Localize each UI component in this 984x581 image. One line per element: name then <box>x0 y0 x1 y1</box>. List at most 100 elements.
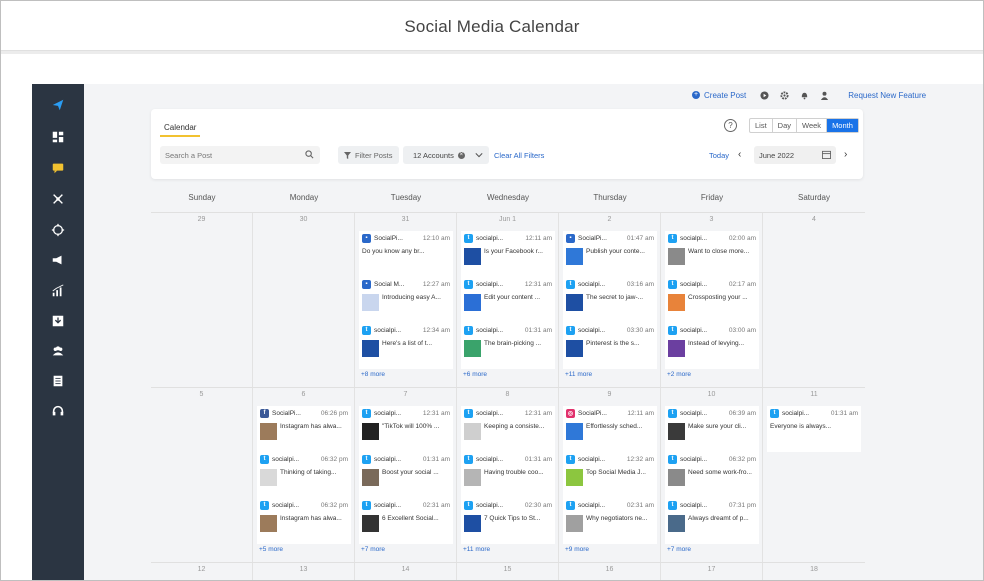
post-card[interactable]: t socialpi... 06:39 am Make sure your cli..… <box>665 406 759 452</box>
month-picker[interactable]: June 2022 <box>754 146 836 164</box>
day-cell[interactable]: 13 <box>253 563 355 580</box>
prev-month-button[interactable]: ‹ <box>738 149 741 160</box>
post-card[interactable]: f SocialPi... 06:26 pm Instagram has alwa..… <box>257 406 351 452</box>
more-posts-link[interactable]: +7 more <box>361 546 385 553</box>
post-card[interactable]: t socialpi... 12:11 am Is your Facebook r..… <box>461 231 555 277</box>
post-card[interactable]: t socialpi... 03:30 am Pinterest is the s..… <box>563 323 657 369</box>
help-icon[interactable]: ? <box>724 119 737 132</box>
gear-icon[interactable] <box>778 89 790 101</box>
day-cell[interactable]: 9 ◎ SocialPi... 12:11 am Effortlessly sched.… <box>559 388 661 562</box>
day-cell[interactable]: 2 ▪ SocialPi... 01:47 am Publish your conte.… <box>559 213 661 387</box>
sidebar-item-analytics[interactable] <box>32 278 84 304</box>
day-cell[interactable]: 14 <box>355 563 457 580</box>
day-cell[interactable]: 31 ▪ SocialPi... 12:10 am Do you know any br… <box>355 213 457 387</box>
post-card[interactable]: t socialpi... 01:31 am Having trouble coo..… <box>461 452 555 498</box>
more-posts-link[interactable]: +5 more <box>259 546 283 553</box>
sidebar-item-discovery[interactable] <box>32 217 84 243</box>
post-account: socialpi... <box>476 326 504 334</box>
sidebar-item-support[interactable] <box>32 398 84 424</box>
more-posts-link[interactable]: +9 more <box>565 546 589 553</box>
post-card[interactable]: ▪ SocialPi... 12:10 am Do you know any br..… <box>359 231 453 277</box>
day-cell[interactable]: 8 t socialpi... 12:31 am Keeping a consiste.… <box>457 388 559 562</box>
post-card[interactable]: t socialpi... 12:34 am Here's a list of t..… <box>359 323 453 369</box>
more-posts-link[interactable]: +7 more <box>667 546 691 553</box>
day-number: 31 <box>401 216 410 223</box>
sidebar-item-reports[interactable] <box>32 368 84 394</box>
post-card[interactable]: t socialpi... 02:31 am Why negotiators ne..… <box>563 498 657 544</box>
post-card[interactable]: t socialpi... 02:30 am 7 Quick Tips to St..… <box>461 498 555 544</box>
post-account: socialpi... <box>476 455 504 463</box>
day-cell[interactable]: 10 t socialpi... 06:39 am Make sure your cli… <box>661 388 763 562</box>
post-card[interactable]: t socialpi... 06:32 pm Need some work-fro..… <box>665 452 759 498</box>
day-cell[interactable]: 18 <box>763 563 865 580</box>
sidebar-item-dashboard[interactable] <box>32 124 84 150</box>
post-card[interactable]: t socialpi... 02:00 am Want to close more..… <box>665 231 759 277</box>
accounts-dropdown[interactable]: 12 Accounts × <box>403 146 489 164</box>
day-cell[interactable]: 15 <box>457 563 559 580</box>
day-cell[interactable]: 5 <box>151 388 253 562</box>
more-posts-link[interactable]: +11 more <box>565 371 592 378</box>
post-card[interactable]: t socialpi... 03:00 am Instead of levying..… <box>665 323 759 369</box>
day-cell[interactable]: 11 t socialpi... 01:31 am Everyone is always… <box>763 388 865 562</box>
view-month-button[interactable]: Month <box>827 119 858 132</box>
post-body: Here's a list of t... <box>362 340 450 357</box>
bell-icon[interactable] <box>798 89 810 101</box>
post-card[interactable]: t socialpi... 01:31 am Boost your social ..… <box>359 452 453 498</box>
filter-posts-button[interactable]: Filter Posts <box>338 146 399 164</box>
day-cell[interactable]: 29 <box>151 213 253 387</box>
post-card[interactable]: ▪ Social M... 12:27 am Introducing easy A..… <box>359 277 453 323</box>
post-card[interactable]: t socialpi... 02:17 am Crossposting your ..… <box>665 277 759 323</box>
post-thumbnail <box>566 340 583 357</box>
today-button[interactable]: Today <box>709 151 729 160</box>
view-day-button[interactable]: Day <box>773 119 798 132</box>
post-card[interactable]: t socialpi... 01:31 am The brain-picking ..… <box>461 323 555 369</box>
post-card[interactable]: ◎ SocialPi... 12:11 am Effortlessly sched..… <box>563 406 657 452</box>
play-icon[interactable] <box>758 89 770 101</box>
post-card[interactable]: t socialpi... 02:31 am 6 Excellent Social..… <box>359 498 453 544</box>
post-card[interactable]: ▪ SocialPi... 01:47 am Publish your conte..… <box>563 231 657 277</box>
more-posts-link[interactable]: +6 more <box>463 371 487 378</box>
view-list-button[interactable]: List <box>750 119 773 132</box>
day-cell[interactable]: 30 <box>253 213 355 387</box>
more-posts-link[interactable]: +8 more <box>361 371 385 378</box>
user-icon[interactable] <box>818 89 830 101</box>
day-cell[interactable]: 3 t socialpi... 02:00 am Want to close more.… <box>661 213 763 387</box>
clear-accounts-icon[interactable]: × <box>457 151 465 159</box>
post-card[interactable]: t socialpi... 12:31 am Keeping a consiste..… <box>461 406 555 452</box>
sidebar-item-campaigns[interactable] <box>32 247 84 273</box>
sidebar-item-team[interactable] <box>32 338 84 364</box>
view-week-button[interactable]: Week <box>797 119 828 132</box>
sidebar-item-library[interactable] <box>32 308 84 334</box>
more-posts-link[interactable]: +2 more <box>667 371 691 378</box>
post-card[interactable]: t socialpi... 07:31 pm Always dreamt of p..… <box>665 498 759 544</box>
request-feature-link[interactable]: Request New Feature <box>848 91 926 100</box>
tab-calendar[interactable]: Calendar <box>164 123 196 132</box>
post-text: Want to close more... <box>688 248 750 255</box>
post-card[interactable]: t socialpi... 12:32 am Top Social Media J..… <box>563 452 657 498</box>
sidebar-item-inbox[interactable] <box>32 155 84 181</box>
day-cell[interactable]: 16 <box>559 563 661 580</box>
more-posts-link[interactable]: +11 more <box>463 546 490 553</box>
sidebar-item-automation[interactable] <box>32 186 84 212</box>
post-card[interactable]: t socialpi... 12:31 am Edit your content ..… <box>461 277 555 323</box>
day-cell[interactable]: 17 <box>661 563 763 580</box>
create-post-button[interactable]: + Create Post <box>692 91 746 100</box>
day-cell[interactable]: 12 <box>151 563 253 580</box>
post-card[interactable]: t socialpi... 06:32 pm Thinking of taking..… <box>257 452 351 498</box>
clear-all-filters-link[interactable]: Clear All Filters <box>494 151 544 160</box>
post-card[interactable]: t socialpi... 01:31 am Everyone is always..… <box>767 406 861 452</box>
filter-posts-label: Filter Posts <box>355 150 393 160</box>
sidebar-item-publish[interactable] <box>32 92 84 118</box>
post-body: Pinterest is the s... <box>566 340 654 357</box>
day-cell[interactable]: 7 t socialpi... 12:31 am "TikTok will 100% .… <box>355 388 457 562</box>
search-input[interactable]: Search a Post <box>160 146 320 164</box>
twitter-icon: t <box>668 325 677 335</box>
day-cell[interactable]: 4 <box>763 213 865 387</box>
chat-icon <box>52 163 64 174</box>
post-card[interactable]: t socialpi... 12:31 am "TikTok will 100% ..… <box>359 406 453 452</box>
post-card[interactable]: t socialpi... 03:16 am The secret to jaw-..… <box>563 277 657 323</box>
post-card[interactable]: t socialpi... 06:32 pm Instagram has alwa..… <box>257 498 351 544</box>
day-cell[interactable]: 6 f SocialPi... 06:26 pm Instagram has alwa.… <box>253 388 355 562</box>
next-month-button[interactable]: › <box>844 149 847 160</box>
day-cell[interactable]: Jun 1 t socialpi... 12:11 am Is your Faceboo… <box>457 213 559 387</box>
